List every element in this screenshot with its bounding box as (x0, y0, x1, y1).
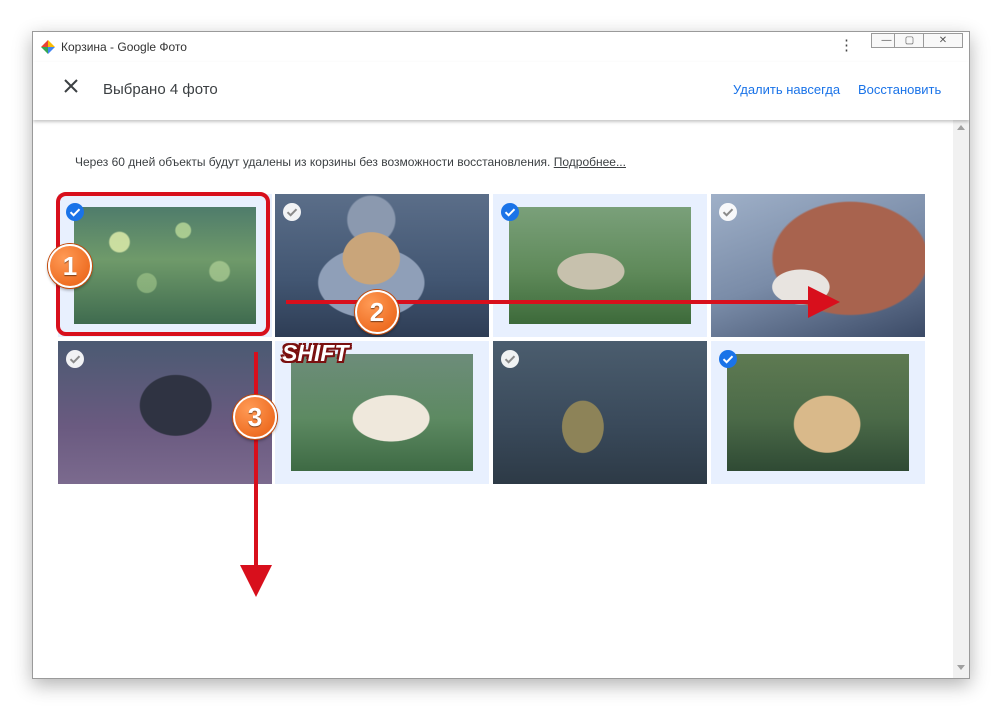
photo-guinea-pig-image (509, 207, 691, 324)
trash-notice: Через 60 дней объекты будут удалены из к… (75, 155, 626, 169)
learn-more-link[interactable]: Подробнее... (554, 155, 626, 169)
photo-tile-golden-retriever[interactable] (711, 341, 925, 484)
photo-golden-retriever-image (727, 354, 909, 471)
selected-count-label: Выбрано 4 фото (103, 81, 218, 98)
delete-forever-button[interactable]: Удалить навсегда (733, 82, 840, 97)
more-options-icon[interactable]: ⋮ (839, 36, 854, 56)
vertical-scrollbar[interactable] (953, 120, 969, 678)
selection-app-bar: Выбрано 4 фото Удалить навсегда Восстано… (33, 62, 969, 120)
maximize-button[interactable]: ▢ (894, 33, 925, 48)
title-bar: Корзина - Google Фото ⋮ — ▢ ✕ (33, 32, 969, 62)
window-title: Корзина - Google Фото (61, 40, 187, 54)
photo-monkey-image (493, 341, 707, 484)
photo-tile-guinea-pig[interactable] (493, 194, 707, 337)
close-icon[interactable] (59, 74, 83, 98)
photo-tile-monkey[interactable] (493, 341, 707, 484)
step3-badge: 3 (233, 395, 277, 439)
checkmark-selected-icon[interactable] (501, 203, 519, 221)
google-photos-icon (41, 40, 55, 54)
step1-badge: 1 (48, 244, 92, 288)
checkmark-unselected-icon[interactable] (501, 350, 519, 368)
step2-badge: 2 (355, 290, 399, 334)
scroll-up-icon[interactable] (957, 125, 965, 130)
close-window-button[interactable]: ✕ (923, 33, 963, 48)
checkmark-selected-icon[interactable] (719, 350, 737, 368)
shift-label: SHIFT (282, 340, 349, 366)
notice-text: Через 60 дней объекты будут удалены из к… (75, 155, 551, 169)
scroll-down-icon[interactable] (957, 665, 965, 670)
photo-hamster-image (291, 354, 473, 471)
restore-button[interactable]: Восстановить (858, 82, 941, 97)
checkmark-unselected-icon[interactable] (66, 350, 84, 368)
photo-tile-red-panda[interactable] (711, 194, 925, 337)
photo-red-panda-image (711, 194, 925, 337)
checkmark-unselected-icon[interactable] (719, 203, 737, 221)
checkmark-unselected-icon[interactable] (283, 203, 301, 221)
